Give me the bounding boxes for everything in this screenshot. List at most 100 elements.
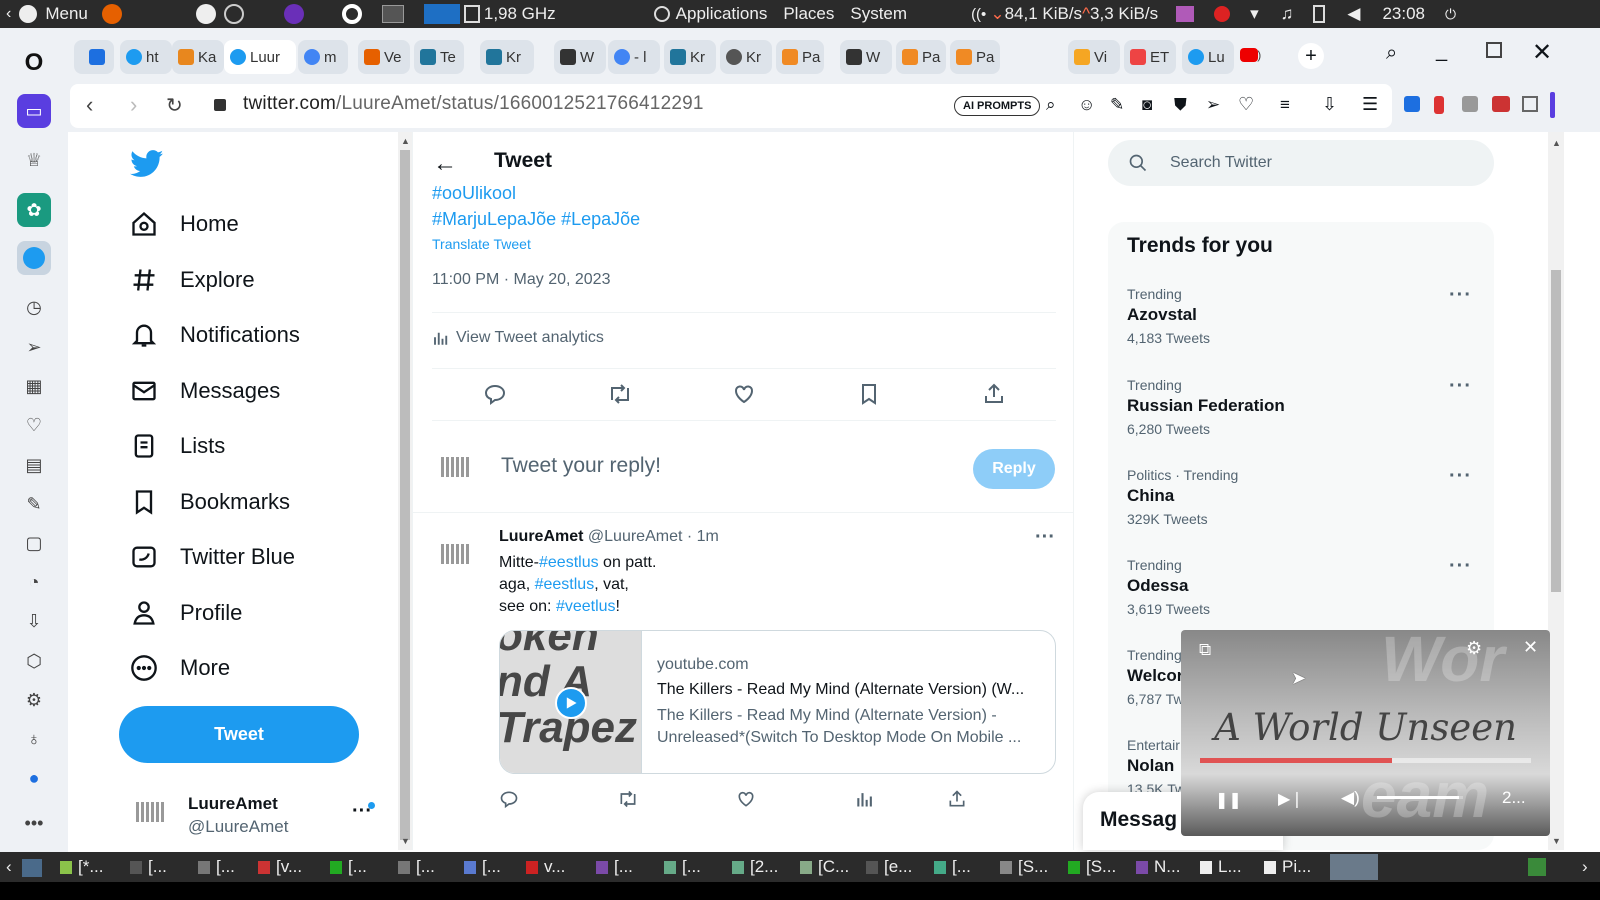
- player-icon[interactable]: ◷: [17, 290, 51, 324]
- search-tabs-icon[interactable]: ⌕: [1386, 42, 1397, 65]
- tab-5[interactable]: Te: [414, 40, 464, 74]
- apps-icon[interactable]: ▦: [17, 369, 51, 403]
- tab-3[interactable]: m: [298, 40, 348, 74]
- trend-item[interactable]: Trending Odessa 3,619 Tweets: [1127, 557, 1477, 617]
- places-menu[interactable]: Places: [783, 4, 834, 24]
- extension-icon-2[interactable]: [1434, 96, 1444, 114]
- box-icon[interactable]: [1522, 96, 1538, 112]
- trend-more-icon[interactable]: ···: [1449, 375, 1472, 398]
- taskbar-window-button[interactable]: [e...: [884, 857, 912, 877]
- twitter-sidebar-icon[interactable]: [17, 241, 51, 275]
- taskbar-window-button[interactable]: [...: [216, 857, 235, 877]
- chatgpt-icon[interactable]: ✿: [17, 193, 51, 227]
- minimize-icon[interactable]: _: [1436, 40, 1447, 63]
- heart-page-icon[interactable]: ♡: [1238, 94, 1254, 115]
- taskbar-window-button[interactable]: [...: [148, 857, 167, 877]
- reply-icon[interactable]: [483, 382, 507, 406]
- more-dots-icon[interactable]: •••: [17, 806, 51, 840]
- scroll-thumb[interactable]: [1551, 270, 1561, 592]
- page-scrollbar[interactable]: ▲ ▼: [1548, 132, 1564, 850]
- taskbar-window-button[interactable]: [...: [416, 857, 435, 877]
- taskbar-window-button[interactable]: [...: [952, 857, 971, 877]
- wifi-icon[interactable]: ▾: [1250, 4, 1259, 24]
- trend-more-icon[interactable]: ···: [1449, 465, 1472, 488]
- history-icon[interactable]: ◔: [17, 565, 51, 599]
- link-card[interactable]: oken nd A Trapez youtube.com The Killers…: [499, 630, 1056, 774]
- pip-settings-icon[interactable]: ⚙: [1466, 638, 1482, 659]
- extension-icon[interactable]: [1404, 96, 1420, 112]
- bulb-icon[interactable]: ♁: [17, 722, 51, 756]
- reply-time[interactable]: · 1m: [687, 528, 719, 545]
- tab-4[interactable]: Ve: [358, 40, 410, 74]
- taskbar-window-button[interactable]: [*...: [78, 857, 104, 877]
- address-bar[interactable]: ‹ › ↻ twitter.com/LuureAmet/status/16600…: [70, 84, 1392, 128]
- retweet-icon[interactable]: [607, 382, 633, 406]
- taskbar-window-button[interactable]: [...: [348, 857, 367, 877]
- nav-more[interactable]: More: [130, 644, 230, 692]
- nav-notifications[interactable]: Notifications: [130, 311, 300, 359]
- taskbar-right-arrow[interactable]: ›: [1582, 857, 1588, 877]
- firefox-icon[interactable]: [101, 4, 122, 24]
- pip-close-icon[interactable]: ✕: [1523, 637, 1538, 658]
- heart-icon[interactable]: ♡: [17, 408, 51, 442]
- menu-icon[interactable]: [19, 5, 38, 23]
- volume-icon[interactable]: ◀: [1347, 4, 1360, 24]
- taskbar-window-button[interactable]: [C...: [818, 857, 849, 877]
- taskbar-window-button[interactable]: N...: [1154, 857, 1180, 877]
- retweet-icon[interactable]: [617, 789, 639, 809]
- record-icon[interactable]: [1214, 6, 1231, 22]
- tab-15[interactable]: Vi: [1068, 40, 1120, 74]
- pen-icon[interactable]: ✎: [1110, 95, 1124, 115]
- downloads-icon[interactable]: ⇩: [17, 604, 51, 638]
- opera-panel-icon[interactable]: [341, 4, 362, 24]
- taskbar-window-button[interactable]: [v...: [276, 857, 302, 877]
- play-icon[interactable]: [555, 687, 587, 719]
- podcast-icon[interactable]: [283, 4, 304, 24]
- hashtag-link[interactable]: #eestlus: [539, 554, 599, 571]
- left-scrollbar[interactable]: ▲ ▼: [398, 132, 412, 850]
- tab-0[interactable]: ht: [120, 40, 172, 74]
- puzzle-icon[interactable]: [1462, 96, 1478, 112]
- tray-app-icon[interactable]: [1176, 6, 1195, 22]
- tab-8[interactable]: - l: [608, 40, 660, 74]
- tab-pinned[interactable]: [74, 40, 114, 74]
- opera-logo-icon[interactable]: O: [17, 46, 51, 80]
- picture-in-picture-player[interactable]: Wor eam ⧉ ⚙ ✕ ➤ A World Unseen ❚❚ ▶❘ ◀) …: [1181, 630, 1550, 836]
- settings-icon[interactable]: ⚙: [17, 683, 51, 717]
- youtube-tab-icon[interactable]: [1240, 48, 1258, 62]
- trend-item[interactable]: Trending Azovstal 4,183 Tweets: [1127, 286, 1477, 346]
- reply-author-handle[interactable]: @LuureAmet: [588, 528, 683, 545]
- crown-icon[interactable]: ♕: [17, 143, 51, 177]
- like-icon[interactable]: [736, 789, 756, 809]
- reply-more-icon[interactable]: ···: [1035, 526, 1055, 549]
- taskbar-window-button[interactable]: [2...: [750, 857, 778, 877]
- show-desktop-icon[interactable]: [22, 859, 42, 877]
- tab-7[interactable]: W: [554, 40, 606, 74]
- chat-bubble-icon[interactable]: ●: [17, 761, 51, 795]
- hashtag-link[interactable]: #eestlus: [535, 576, 595, 593]
- pip-pause-icon[interactable]: ❚❚: [1215, 790, 1242, 810]
- list-icon[interactable]: ≡: [1280, 95, 1290, 115]
- power-icon[interactable]: ⏻: [1445, 6, 1456, 23]
- reply-input[interactable]: Tweet your reply!: [501, 454, 661, 478]
- account-switcher[interactable]: LuureAmet @LuureAmet ···: [130, 792, 380, 842]
- search-input[interactable]: Search Twitter: [1170, 154, 1272, 172]
- nav-twitter-blue[interactable]: Twitter Blue: [130, 533, 295, 581]
- emoji-icon[interactable]: ☺: [1078, 95, 1095, 115]
- tabs-icon[interactable]: ▢: [17, 526, 51, 560]
- camera-icon[interactable]: ◙: [1142, 95, 1152, 115]
- tab-9[interactable]: Kr: [664, 40, 716, 74]
- tab-13[interactable]: Pa: [896, 40, 946, 74]
- send-icon[interactable]: ➢: [17, 330, 51, 364]
- reader-icon[interactable]: ▭: [17, 94, 51, 128]
- forward-icon[interactable]: ›: [130, 92, 137, 118]
- taskbar-window-button[interactable]: [...: [614, 857, 633, 877]
- pip-progress-track[interactable]: [1200, 758, 1531, 763]
- terminal-icon[interactable]: [381, 5, 404, 23]
- reply-tweet-avatar[interactable]: [441, 544, 471, 564]
- close-window-icon[interactable]: ✕: [1532, 38, 1552, 67]
- easy-setup-icon[interactable]: ☰: [1362, 94, 1378, 115]
- views-icon[interactable]: [855, 789, 875, 809]
- system-menu[interactable]: System: [850, 4, 907, 24]
- trend-item[interactable]: Politics · Trending China 329K Tweets: [1127, 467, 1477, 527]
